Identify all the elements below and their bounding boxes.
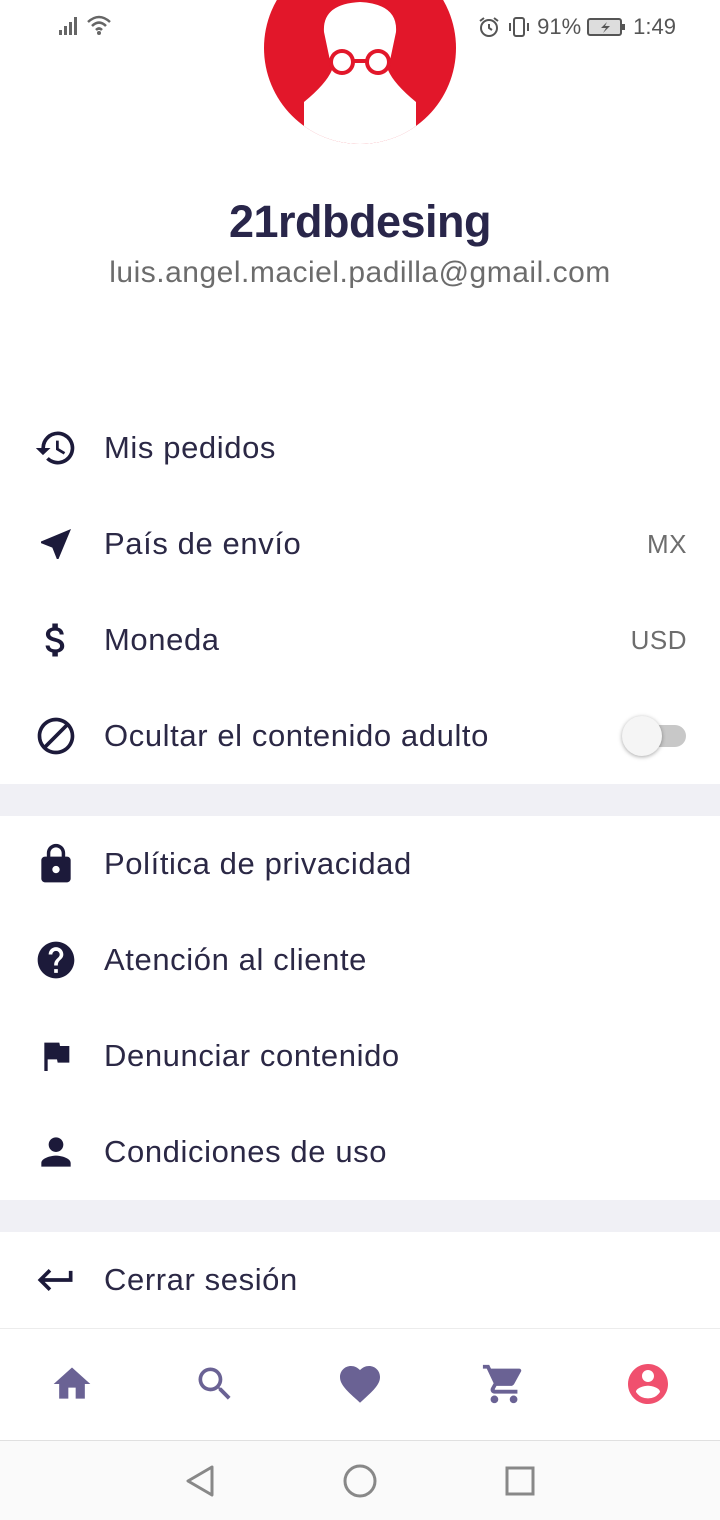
- person-icon: [34, 1130, 78, 1174]
- block-icon: [34, 714, 78, 758]
- signal-icon: [59, 17, 77, 35]
- menu-item-shipping-country[interactable]: País de envío MX: [0, 496, 720, 592]
- toggle-knob: [622, 716, 662, 756]
- system-nav-bar: [0, 1440, 720, 1520]
- alarm-icon: [479, 17, 499, 37]
- currency-value: USD: [630, 624, 687, 655]
- nav-home[interactable]: [47, 1359, 97, 1409]
- menu-item-label: País de envío: [104, 526, 302, 561]
- menu-item-label: Mis pedidos: [104, 430, 277, 465]
- status-right: 91% 1:49: [477, 13, 676, 41]
- search-icon: [198, 1367, 231, 1400]
- vibrate-icon: [509, 17, 530, 37]
- help-circle-icon: [34, 938, 78, 982]
- heart-icon: [340, 1366, 380, 1403]
- menu-item-currency[interactable]: Moneda USD: [0, 592, 720, 688]
- profile-email: luis.angel.maciel.padilla@gmail.com: [109, 256, 611, 289]
- nav-account[interactable]: [623, 1359, 673, 1409]
- menu-item-label: Moneda: [104, 622, 220, 657]
- menu-item-label: Condiciones de uso: [104, 1134, 388, 1169]
- flag-icon: [34, 1034, 78, 1078]
- menu-item-logout[interactable]: Cerrar sesión: [0, 1232, 720, 1328]
- battery-charging-icon: [587, 18, 626, 36]
- section-divider: [0, 1200, 720, 1232]
- nav-search[interactable]: [190, 1359, 240, 1409]
- home-circle-icon: [343, 1464, 377, 1498]
- back-triangle-icon: [186, 1465, 214, 1497]
- dollar-icon: [34, 618, 78, 662]
- menu-item-privacy[interactable]: Política de privacidad: [0, 816, 720, 912]
- menu-item-orders[interactable]: Mis pedidos: [0, 400, 720, 496]
- battery-percent: 91%: [537, 14, 582, 39]
- menu-item-report[interactable]: Denunciar contenido: [0, 1008, 720, 1104]
- menu-item-label: Atención al cliente: [104, 942, 368, 977]
- nav-favorites[interactable]: [335, 1359, 385, 1409]
- recents-square-icon: [505, 1466, 535, 1496]
- avatar-figure-icon: [304, 2, 416, 144]
- clock: 1:49: [633, 14, 676, 39]
- system-home-button[interactable]: [340, 1461, 380, 1501]
- account-icon: [628, 1364, 668, 1404]
- shipping-country-value: MX: [647, 528, 687, 559]
- wifi-icon: [87, 15, 111, 35]
- nav-cart[interactable]: [479, 1359, 529, 1409]
- navigation-arrow-icon: [34, 522, 78, 566]
- logout-arrow-icon: [34, 1258, 78, 1302]
- status-left: [58, 14, 112, 36]
- menu-item-hide-adult[interactable]: Ocultar el contenido adulto: [0, 688, 720, 784]
- menu-item-label: Denunciar contenido: [104, 1038, 400, 1073]
- adult-content-toggle[interactable]: [622, 716, 686, 756]
- cart-icon: [482, 1364, 522, 1404]
- menu-item-label: Política de privacidad: [104, 846, 412, 881]
- menu-item-label: Ocultar el contenido adulto: [104, 718, 489, 753]
- system-recents-button[interactable]: [500, 1461, 540, 1501]
- profile-username: 21rdbdesing: [228, 196, 492, 247]
- menu-item-label: Cerrar sesión: [104, 1262, 298, 1297]
- history-icon: [34, 426, 78, 470]
- home-icon: [53, 1367, 91, 1399]
- bottom-nav: [0, 1328, 720, 1440]
- system-back-button[interactable]: [180, 1461, 220, 1501]
- menu-item-customer-service[interactable]: Atención al cliente: [0, 912, 720, 1008]
- avatar[interactable]: [264, 0, 456, 144]
- lock-icon: [34, 842, 78, 886]
- section-divider: [0, 784, 720, 816]
- menu-item-terms[interactable]: Condiciones de uso: [0, 1104, 720, 1200]
